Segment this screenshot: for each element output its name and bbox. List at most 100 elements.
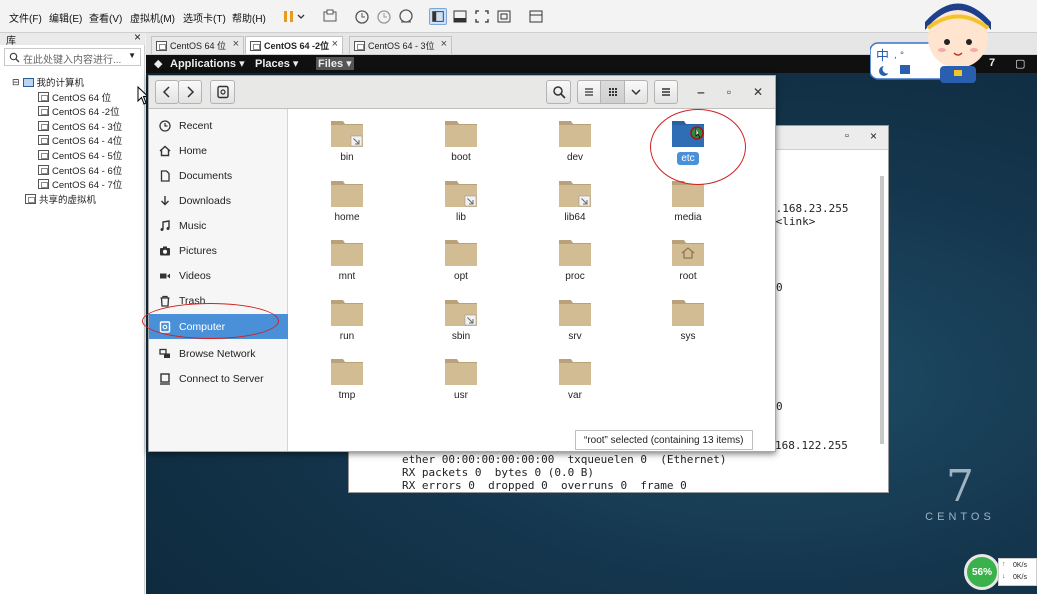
folder-item[interactable]: run xyxy=(307,297,387,342)
folder-item[interactable]: media xyxy=(648,178,728,223)
list-view-button[interactable] xyxy=(577,80,601,104)
tree-shared-vms[interactable]: 共享的虚拟机 xyxy=(25,192,96,206)
snapshot-icon[interactable] xyxy=(353,8,371,25)
tree-vm-label: CentOS 64 位 xyxy=(52,93,112,104)
folder-item[interactable]: lib xyxy=(421,178,501,223)
sidebar-item-browse-network[interactable]: Browse Network xyxy=(149,341,288,366)
terminal-maximize-button[interactable]: ▫ xyxy=(845,130,849,142)
search-dropdown-icon[interactable]: ▼ xyxy=(128,51,136,60)
files-menu[interactable]: Files ▾ xyxy=(316,57,354,70)
fullscreen-icon[interactable] xyxy=(473,8,491,25)
location-computer-button[interactable] xyxy=(210,80,235,104)
tree-vm-7[interactable]: CentOS 64 - 7位 xyxy=(38,177,122,191)
menu-edit[interactable]: 编辑(E) xyxy=(49,10,82,25)
minimize-button[interactable]: ‒ xyxy=(691,82,711,102)
terminal-scrollbar[interactable] xyxy=(880,176,884,444)
pause-dropdown-icon[interactable] xyxy=(296,8,306,25)
library-search-input[interactable]: 在此处键入内容进行... ▼ xyxy=(4,48,141,66)
tree-vm-2[interactable]: CentOS 64 -2位 xyxy=(38,104,120,118)
tree-vm-label: CentOS 64 - 5位 xyxy=(52,151,123,162)
back-button[interactable] xyxy=(155,80,179,104)
folder-item[interactable]: dev xyxy=(535,118,615,163)
ime-mascot-widget[interactable]: 中 , ° xyxy=(869,0,1020,85)
sidebar-item-home[interactable]: Home xyxy=(149,138,288,163)
close-button[interactable]: ✕ xyxy=(748,82,768,102)
folder-icon xyxy=(559,121,591,147)
console-view-icon[interactable] xyxy=(451,8,469,25)
apps-icon: ◆ xyxy=(154,58,163,70)
status-overlay: “root” selected (containing 13 items) xyxy=(575,430,753,450)
folder-item[interactable]: lib64 xyxy=(535,178,615,223)
menu-vm[interactable]: 虚拟机(M) xyxy=(130,10,175,25)
sidebar-item-videos[interactable]: Videos xyxy=(149,263,288,288)
collapse-icon[interactable]: ⊟ xyxy=(12,77,20,88)
symlink-folder-icon xyxy=(445,300,477,326)
sidebar-item-connect-server[interactable]: Connect to Server xyxy=(149,366,288,391)
grid-view-button[interactable] xyxy=(600,80,625,104)
folder-item[interactable]: root xyxy=(648,237,728,282)
vm-tab-3[interactable]: CentOS 64 - 3位 × xyxy=(349,36,452,54)
computer-icon xyxy=(22,77,34,87)
tree-vm-6[interactable]: CentOS 64 - 6位 xyxy=(38,163,122,177)
folder-item[interactable]: usr xyxy=(421,356,501,401)
network-speed-widget[interactable]: 56% ↑ 0K/s ↓ 0K/s xyxy=(964,552,1037,594)
menu-help[interactable]: 帮助(H) xyxy=(232,10,266,25)
vm-icon xyxy=(250,40,261,51)
sidebar-item-pictures[interactable]: Pictures xyxy=(149,238,288,263)
sidebar-item-music[interactable]: Music xyxy=(149,213,288,238)
folder-name: usr xyxy=(454,390,468,401)
sidebar-item-documents[interactable]: Documents xyxy=(149,163,288,188)
tree-vm-3[interactable]: CentOS 64 - 3位 xyxy=(38,119,122,133)
tree-my-computer-label: 我的计算机 xyxy=(36,78,85,89)
folder-item[interactable]: srv xyxy=(535,297,615,342)
folder-name: proc xyxy=(565,271,585,282)
terminal-close-button[interactable]: × xyxy=(870,129,877,143)
library-close-button[interactable]: × xyxy=(134,30,141,44)
places-menu[interactable]: Places ▾ xyxy=(255,57,298,70)
forward-button[interactable] xyxy=(178,80,202,104)
terminal-line: ether 00:00:00:00:00:00 txqueuelen 0 (Et… xyxy=(402,453,727,466)
menu-file[interactable]: 文件(F) xyxy=(9,10,42,25)
view-options-button[interactable] xyxy=(624,80,648,104)
tree-vm-1[interactable]: CentOS 64 位 xyxy=(38,90,111,104)
vm-tab-1[interactable]: CentOS 64 位 × xyxy=(151,36,244,54)
tree-vm-label: CentOS 64 - 6位 xyxy=(52,166,123,177)
tree-vm-4[interactable]: CentOS 64 - 4位 xyxy=(38,133,122,147)
close-tab-icon[interactable]: × xyxy=(233,38,239,50)
thumbnail-view-icon[interactable] xyxy=(527,8,545,25)
tree-vm-5[interactable]: CentOS 64 - 5位 xyxy=(38,148,122,162)
folder-icon xyxy=(445,240,477,266)
folder-item[interactable]: home xyxy=(307,178,387,223)
folder-item[interactable]: var xyxy=(535,356,615,401)
menu-tabs[interactable]: 选项卡(T) xyxy=(183,10,226,25)
sidebar-item-downloads[interactable]: Downloads xyxy=(149,188,288,213)
folder-item[interactable]: mnt xyxy=(307,237,387,282)
folder-item[interactable]: sys xyxy=(648,297,728,342)
snapshot-manager-icon[interactable] xyxy=(397,8,415,25)
centos-logo-word: CENTOS xyxy=(925,511,995,523)
library-view-icon[interactable] xyxy=(429,8,447,25)
search-button[interactable] xyxy=(546,80,571,104)
upload-speed: 0K/s xyxy=(1013,562,1028,569)
folder-item[interactable]: sbin xyxy=(421,297,501,342)
folder-item[interactable]: opt xyxy=(421,237,501,282)
vm-tab-2[interactable]: CentOS 64 -2位 × xyxy=(245,36,343,54)
send-keys-icon[interactable] xyxy=(321,8,339,25)
tree-my-computer[interactable]: ⊟ 我的计算机 xyxy=(12,75,85,90)
maximize-button[interactable]: ▫ xyxy=(719,82,739,102)
unity-icon[interactable] xyxy=(495,8,513,25)
folder-item[interactable]: tmp xyxy=(307,356,387,401)
vm-icon xyxy=(38,92,49,102)
menu-view[interactable]: 查看(V) xyxy=(89,10,122,25)
menu-button[interactable] xyxy=(654,80,678,104)
folder-item[interactable]: bin xyxy=(307,118,387,163)
folder-item[interactable]: boot xyxy=(421,118,501,163)
annotation-circle-etc xyxy=(650,109,746,185)
close-tab-icon[interactable]: × xyxy=(441,38,447,50)
close-tab-icon[interactable]: × xyxy=(332,38,338,50)
sidebar-item-recent[interactable]: Recent xyxy=(149,113,288,138)
applications-menu[interactable]: Applications ▾ xyxy=(170,57,245,70)
folder-item[interactable]: proc xyxy=(535,237,615,282)
sidebar-item-label: Music xyxy=(179,219,207,232)
restore-snapshot-icon[interactable] xyxy=(375,8,393,25)
